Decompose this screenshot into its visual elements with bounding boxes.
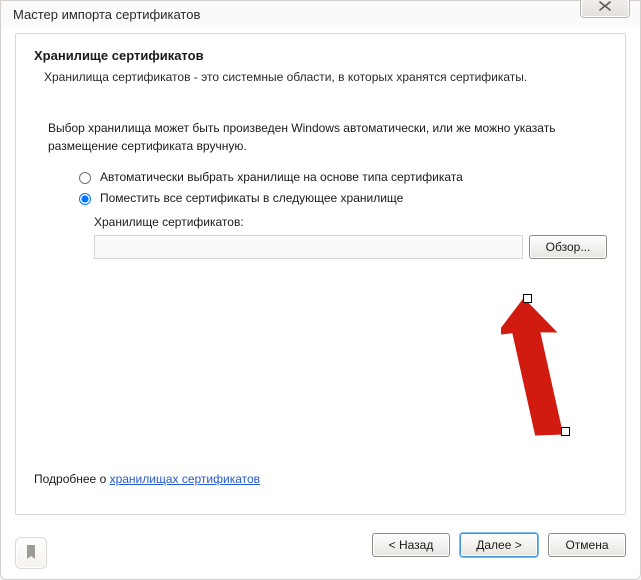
content-frame: Хранилище сертификатов Хранилища сертифи… xyxy=(15,33,626,515)
cancel-button[interactable]: Отмена xyxy=(548,533,626,557)
window-title: Мастер импорта сертификатов xyxy=(13,7,200,22)
store-label: Хранилище сертификатов: xyxy=(94,215,607,229)
radio-auto[interactable] xyxy=(79,172,91,184)
option-manual[interactable]: Поместить все сертификаты в следующее хр… xyxy=(74,190,607,205)
store-row: Обзор... xyxy=(94,235,607,259)
option-auto-label: Автоматически выбрать хранилище на основ… xyxy=(100,170,463,184)
browse-button[interactable]: Обзор... xyxy=(529,235,607,259)
section-description: Хранилища сертификатов - это системные о… xyxy=(44,69,584,86)
back-button[interactable]: < Назад xyxy=(372,533,450,557)
wizard-window: Мастер импорта сертификатов Хранилище се… xyxy=(0,0,641,580)
titlebar: Мастер импорта сертификатов xyxy=(1,1,640,27)
button-bar: < Назад Далее > Отмена xyxy=(15,525,626,565)
lead-text: Выбор хранилища может быть произведен Wi… xyxy=(48,120,607,155)
more-link[interactable]: хранилищах сертификатов xyxy=(110,472,260,486)
next-button[interactable]: Далее > xyxy=(460,533,538,557)
radio-manual[interactable] xyxy=(79,193,91,205)
close-icon xyxy=(598,0,612,14)
more-prefix: Подробнее о xyxy=(34,472,110,486)
bookmark-button[interactable] xyxy=(15,537,47,569)
option-manual-label: Поместить все сертификаты в следующее хр… xyxy=(100,191,403,205)
store-input[interactable] xyxy=(94,235,523,259)
bookmark-icon xyxy=(25,544,37,563)
more-info: Подробнее о хранилищах сертификатов xyxy=(34,472,260,486)
store-block: Хранилище сертификатов: Обзор... xyxy=(94,215,607,259)
option-auto[interactable]: Автоматически выбрать хранилище на основ… xyxy=(74,169,607,184)
close-button[interactable] xyxy=(580,0,630,18)
section-title: Хранилище сертификатов xyxy=(34,48,607,63)
